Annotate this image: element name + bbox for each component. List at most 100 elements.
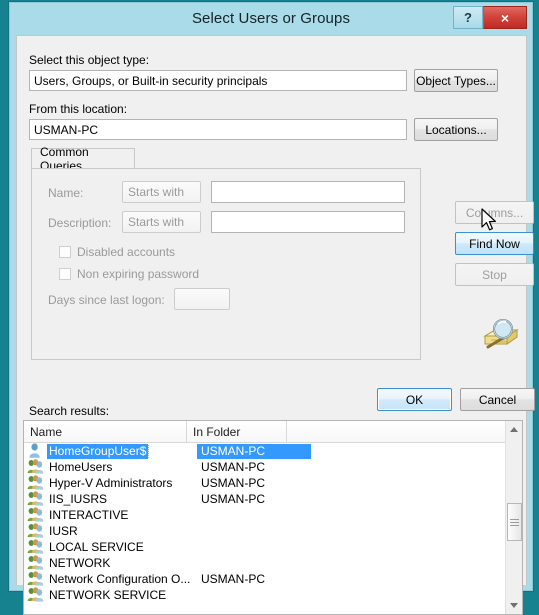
cell-name-text: Hyper-V Administrators [49,475,173,490]
chevron-down-icon [510,603,518,608]
cell-name-text: NETWORK SERVICE [49,587,167,602]
search-results-list[interactable]: Name In Folder HomeGroupUser$ USMAN-PC Hom… [23,420,523,615]
cancel-button[interactable]: Cancel [460,388,535,411]
group-icon [27,507,44,522]
table-row[interactable]: NETWORK SERVICE [24,587,522,603]
search-magnifier-icon [483,319,519,349]
group-icon [27,555,47,571]
scroll-down-button[interactable] [506,597,522,614]
find-now-button[interactable]: Find Now [455,232,534,255]
cell-name: IIS_IUSRS [47,492,197,507]
locations-button[interactable]: Locations... [414,118,498,141]
days-since-last-logon-label: Days since last logon: [48,293,165,307]
group-icon [27,603,47,614]
search-results-label: Search results: [29,404,110,418]
location-field[interactable]: USMAN-PC [29,119,407,140]
help-icon[interactable]: ? [453,6,483,29]
table-row[interactable]: HomeUsers USMAN-PC [24,459,522,475]
cell-name: INTERACTIVE [47,508,197,523]
table-row[interactable] [24,603,522,614]
object-type-field[interactable]: Users, Groups, or Built-in security prin… [29,70,407,91]
disabled-accounts-label: Disabled accounts [77,245,176,259]
name-input[interactable] [211,181,405,203]
group-icon [27,571,47,587]
cell-name-text: Network Configuration O... [49,571,191,586]
cell-name: NETWORK SERVICE [47,588,197,603]
description-label: Description: [48,216,112,230]
cell-name: Hyper-V Administrators [47,476,197,491]
object-type-label: Select this object type: [29,53,150,67]
description-input[interactable] [211,211,405,233]
list-rows: HomeGroupUser$ USMAN-PC HomeUsers USMAN-PC H… [24,443,522,614]
disabled-accounts-checkbox[interactable]: Disabled accounts [59,245,175,259]
cell-in-folder: USMAN-PC [197,443,311,459]
cell-name: HomeGroupUser$ [47,443,197,459]
dialog-window: Select Users or Groups ? × Select this o… [9,2,535,615]
ok-button[interactable]: OK [377,388,452,411]
group-icon [27,523,47,539]
cell-in-folder: USMAN-PC [201,459,266,474]
name-label: Name: [48,186,84,200]
chevron-up-icon [510,427,518,432]
table-row[interactable]: INTERACTIVE [24,507,522,523]
non-expiring-password-checkbox[interactable]: Non expiring password [59,267,199,281]
group-icon [27,491,47,507]
cell-name-text: HomeGroupUser$ [47,443,150,459]
cell-name: HomeUsers [47,460,197,475]
group-icon [27,571,44,586]
group-icon [27,459,44,474]
cell-name-text: IIS_IUSRS [49,491,108,506]
user-icon [27,443,47,459]
table-row[interactable]: Network Configuration O... USMAN-PC [24,571,522,587]
list-scrollbar[interactable] [505,421,522,614]
group-icon [27,587,44,602]
cell-name-text: NETWORK [49,555,111,570]
group-icon [27,555,44,570]
column-header-filler [287,421,522,442]
table-row[interactable]: Hyper-V Administrators USMAN-PC [24,475,522,491]
group-icon [27,587,47,603]
cell-name-text: IUSR [49,523,78,538]
table-row[interactable]: HomeGroupUser$ USMAN-PC [24,443,522,459]
name-operator-select[interactable]: Starts with [122,181,201,203]
checkbox-icon [59,246,71,258]
dialog-client-area: Select this object type: Users, Groups, … [16,35,535,615]
table-row[interactable]: LOCAL SERVICE [24,539,522,555]
group-icon [27,491,44,506]
title-bar-buttons: ? × [453,6,527,29]
cell-in-folder: USMAN-PC [201,571,266,586]
non-expiring-password-label: Non expiring password [77,267,200,281]
close-icon[interactable]: × [483,6,527,29]
cell-name-text: HomeUsers [49,459,113,474]
tab-common-queries[interactable]: Common Queries [31,145,135,173]
object-types-button[interactable]: Object Types... [414,69,498,92]
checkbox-icon [59,268,71,280]
table-row[interactable]: IIS_IUSRS USMAN-PC [24,491,522,507]
cell-in-folder: USMAN-PC [201,491,266,506]
group-icon [27,539,47,555]
days-since-last-logon-select[interactable] [174,288,230,310]
columns-button[interactable]: Columns... [455,201,534,224]
scrollbar-thumb[interactable] [507,503,522,541]
column-header-in-folder[interactable]: In Folder [187,421,287,442]
table-row[interactable]: IUSR [24,523,522,539]
cell-name: NETWORK [47,556,197,571]
cell-name: Network Configuration O... [47,572,197,587]
column-header-name[interactable]: Name [24,421,187,442]
table-row[interactable]: NETWORK [24,555,522,571]
group-icon [27,475,44,490]
title-bar[interactable]: Select Users or Groups ? × [10,3,532,35]
cell-name: IUSR [47,524,197,539]
scroll-up-button[interactable] [506,421,522,438]
description-operator-select[interactable]: Starts with [122,211,201,233]
stop-button[interactable]: Stop [455,263,534,286]
common-queries-panel: Name: Starts with Description: Starts wi… [31,168,421,360]
list-header: Name In Folder [24,421,522,443]
group-icon [27,459,47,475]
cell-name: LOCAL SERVICE [47,540,197,555]
cell-name-text: LOCAL SERVICE [49,539,144,554]
location-label: From this location: [29,102,128,116]
cell-name-text: INTERACTIVE [49,507,129,522]
group-icon [27,475,47,491]
grip-icon [510,517,519,528]
